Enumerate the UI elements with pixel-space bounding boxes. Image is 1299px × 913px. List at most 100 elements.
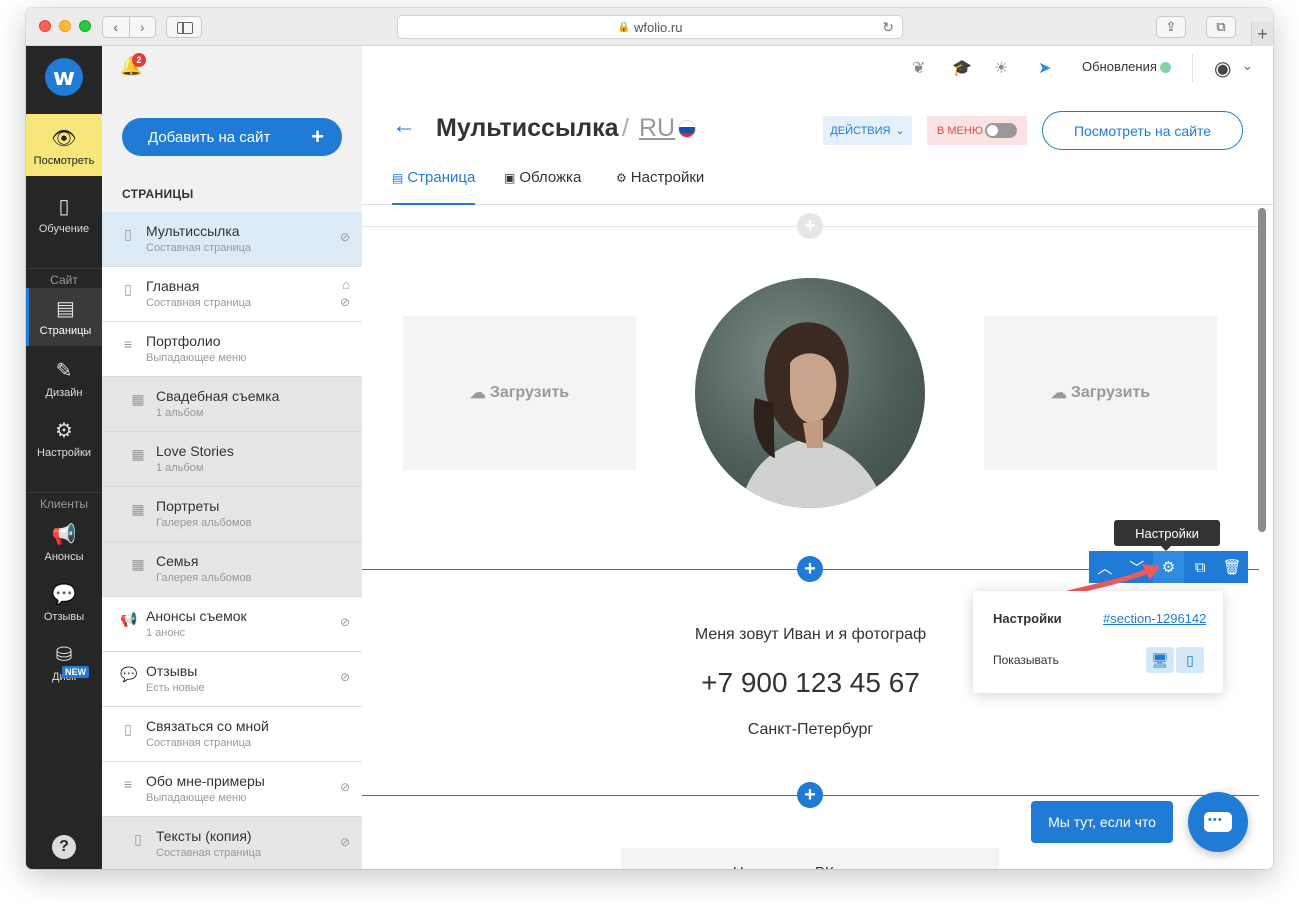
eye-hidden-icon[interactable]: ⊘ [340,615,350,629]
city-text: Санкт-Петербург [747,721,874,738]
add-section-button[interactable]: + [797,556,823,582]
nav-pages[interactable]: ▤ Страницы [26,288,102,346]
page-item[interactable]: ▯ Связаться со мной Составная страница [102,707,362,762]
chat-prompt[interactable]: Мы тут, если что [1031,801,1173,843]
url-text: wfolio.ru [634,19,683,35]
eye-hidden-icon[interactable]: ⊘ [340,230,350,244]
page-item[interactable]: ▦ Свадебная съемка 1 альбом [102,377,362,432]
nav-view[interactable]: 👁 Посмотреть [26,114,102,176]
nav-disk[interactable]: ⛁ Диск NEW [26,642,102,683]
page-subtitle: Составная страница [146,297,252,309]
page-item[interactable]: ▯ Главная Составная страница ⌂ ⊘ [102,267,362,322]
duplicate-icon[interactable]: ⧉ [1184,551,1216,583]
page-item[interactable]: ▦ Портреты Галерея альбомов [102,487,362,542]
tabs-overview-icon[interactable]: ⧉ [1206,16,1236,38]
view-on-site-button[interactable]: Посмотреть на сайте [1042,111,1243,150]
popup-settings-label: Настройки [993,611,1062,626]
page-item[interactable]: ▯ Тексты (копия) Составная страница ⊘ [102,817,362,869]
help-button[interactable]: ? [52,835,76,859]
desktop-icon[interactable]: 🖥 [1146,647,1174,673]
pages-panel: 🔔 2 Добавить на сайт + СТРАНИЦЫ ▯ Мульти… [102,46,362,869]
eye-hidden-icon[interactable]: ⊘ [340,670,350,684]
nav-learning[interactable]: ▯ Обучение [26,194,102,235]
share-icon[interactable]: ⇪ [1156,16,1186,38]
page-title: Портреты [156,498,220,514]
user-avatar-icon[interactable]: ◉ [1214,56,1231,81]
grid-icon: ▦ [131,501,145,517]
page-subtitle: Составная страница [156,847,262,859]
document-icon: ▯ [124,226,132,242]
gear-icon: ⚙ [55,420,73,442]
tab-cover[interactable]: ▣ Обложка [504,169,581,205]
forward-icon[interactable]: › [130,17,156,37]
back-arrow-icon[interactable]: ← [392,112,416,140]
back-icon[interactable]: ‹ [103,17,130,37]
new-tab-button[interactable]: + [1251,22,1273,46]
nav-design[interactable]: ✎ Дизайн [26,358,102,399]
upload-label: Загрузить [1070,384,1151,401]
page-subtitle: Есть новые [146,682,205,694]
wfolio-logo[interactable]: w [45,58,83,96]
document-icon: ▤ [392,171,404,185]
chat-icon: 💬 [51,584,77,606]
zoom-window-button[interactable] [79,20,91,32]
page-subtitle: 1 анонс [146,627,186,639]
chat-bubble-button[interactable] [1188,792,1248,852]
page-item[interactable]: ▦ Семья Галерея альбомов [102,542,362,597]
nav-learning-label: Обучение [38,223,90,235]
telegram-icon[interactable]: ➤ [1038,58,1051,78]
nav-settings[interactable]: ⚙ Настройки [26,418,102,459]
page-title: Отзывы [146,663,198,679]
scrollbar[interactable] [1258,208,1266,532]
tab-settings[interactable]: ⚙ Настройки [616,169,704,205]
sprout-icon[interactable]: ❦ [912,58,925,78]
add-section-button[interactable]: + [797,213,823,239]
nav-reviews[interactable]: 💬 Отзывы [26,582,102,623]
page-item[interactable]: ▦ Love Stories 1 альбом [102,432,362,487]
mobile-icon[interactable]: ▯ [1176,647,1204,673]
page-title: Мультиссылка [436,114,619,142]
add-to-site-button[interactable]: Добавить на сайт + [122,118,342,156]
eye-hidden-icon[interactable]: ⊘ [340,835,350,849]
nav-section-site: Сайт [26,268,102,287]
page-item[interactable]: ▯ Мультиссылка Составная страница ⊘ [102,212,362,267]
upload-left[interactable]: ☁ Загрузить [403,316,636,470]
reload-icon[interactable]: ↻ [882,19,894,36]
plus-icon: + [311,124,324,149]
megaphone-icon: 📢 [120,611,138,627]
actions-dropdown[interactable]: ДЕЙСТВИЯ ⌄ [823,116,912,145]
page-title: Главная [146,278,200,294]
close-window-button[interactable] [39,20,51,32]
eye-hidden-icon[interactable]: ⊘ [340,780,350,794]
language-link[interactable]: RU [639,114,675,143]
browser-window: ‹ › 🔒 wfolio.ru ↻ ⇪ ⧉ + w 👁 Посмотреть ▯… [26,8,1273,869]
section-anchor-link[interactable]: #section-1296142 [1103,611,1206,626]
add-section-button[interactable]: + [797,782,823,808]
new-badge: NEW [62,666,89,678]
book-icon: ▯ [58,196,70,218]
page-item[interactable]: ≡ Портфолио Выпадающее меню [102,322,362,377]
sidebar-toggle-button[interactable] [166,16,202,38]
page-item[interactable]: 💬 Отзывы Есть новые ⊘ [102,652,362,707]
nav-announcements[interactable]: 📢 Анонсы [26,522,102,563]
vk-button[interactable]: Написать в ВКонтакте [621,848,999,869]
chevron-down-icon[interactable]: ⌄ [1242,58,1253,74]
tab-page[interactable]: ▤ Страница [392,169,476,205]
upload-right[interactable]: ☁ Загрузить [984,316,1217,470]
eye-hidden-icon[interactable]: ⊘ [340,295,350,309]
toggle-switch[interactable] [985,123,1017,138]
address-bar[interactable]: 🔒 wfolio.ru ↻ [397,15,903,39]
page-title: Свадебная съемка [156,388,280,404]
lightbulb-icon[interactable]: ☀ [994,58,1008,78]
gear-icon: ⚙ [616,171,627,185]
page-item[interactable]: 📢 Анонсы съемок 1 анонс ⊘ [102,597,362,652]
settings-tooltip: Настройки [1114,520,1220,551]
trash-icon[interactable]: 🗑 [1216,551,1248,583]
in-menu-toggle[interactable]: В МЕНЮ [927,116,1027,145]
profile-photo[interactable] [695,278,925,508]
cloud-upload-icon: ☁ [469,385,486,402]
updates-link[interactable]: Обновления [1082,59,1157,74]
graduation-cap-icon[interactable]: 🎓 [952,58,972,78]
page-item[interactable]: ≡ Обо мне-примеры Выпадающее меню ⊘ [102,762,362,817]
minimize-window-button[interactable] [59,20,71,32]
